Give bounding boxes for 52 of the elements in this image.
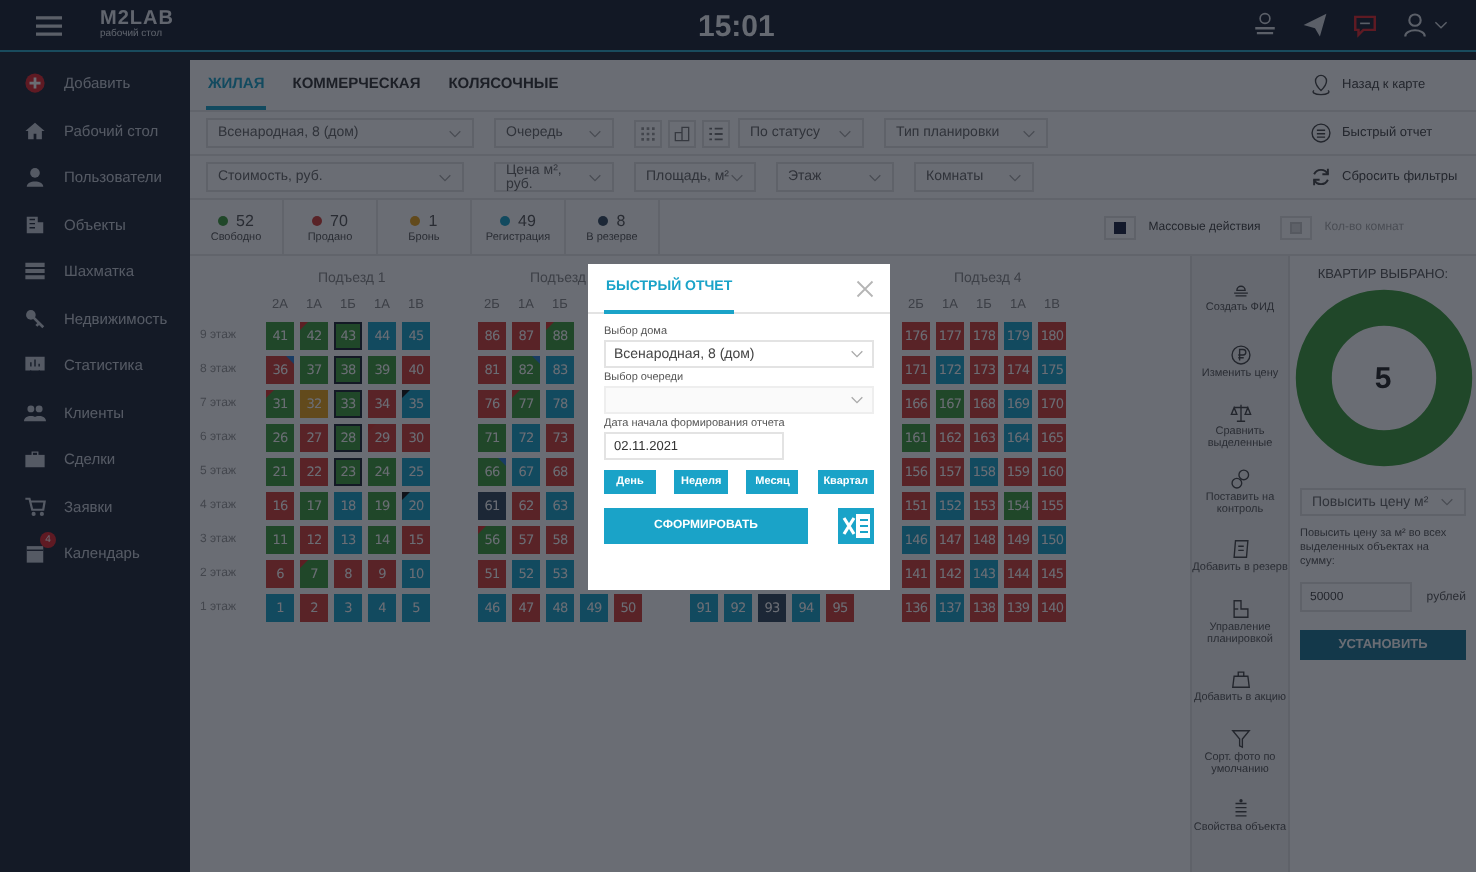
- menu-icon[interactable]: [36, 15, 62, 35]
- ruble-coin-icon: [1229, 343, 1251, 366]
- corner-flag-icon: [300, 321, 308, 329]
- corner-flag-icon: [266, 389, 274, 397]
- bricks-icon: [24, 260, 46, 283]
- floor-plan-icon: [1229, 597, 1251, 620]
- funnel-icon: [1229, 727, 1251, 750]
- checkbox[interactable]: [1114, 221, 1127, 233]
- links-icon: [1229, 467, 1251, 490]
- list-view-icon[interactable]: [702, 119, 730, 147]
- building-icon: [24, 213, 46, 236]
- plus-circle-icon: [24, 72, 46, 95]
- person-board-icon[interactable]: [1252, 12, 1278, 38]
- house-icon: [24, 119, 46, 142]
- chat-icon[interactable]: [1352, 12, 1378, 38]
- chevron-icon: [850, 396, 864, 404]
- selected-count: 5: [1374, 361, 1392, 395]
- refresh-icon: [1310, 166, 1332, 188]
- caret-icon[interactable]: [1434, 20, 1448, 30]
- corner-flag-icon: [478, 525, 486, 533]
- briefcase-icon: [24, 448, 46, 471]
- count-text: 8: [616, 211, 626, 229]
- corner-flag-icon: [546, 321, 554, 329]
- corner-flag-icon: [402, 389, 410, 397]
- calendar-icon: [24, 542, 46, 565]
- booklet-icon: [1229, 538, 1251, 561]
- floor-plan-icon[interactable]: [668, 119, 696, 147]
- corner-flag-icon: [512, 389, 520, 397]
- count-text: 52: [236, 211, 254, 229]
- people-icon: [24, 401, 46, 424]
- chevron-icon: [850, 350, 864, 358]
- corner-flag-icon: [402, 491, 410, 499]
- paper-plane-icon[interactable]: [1302, 12, 1328, 38]
- corner-flag-icon: [368, 423, 376, 431]
- bag-icon: [1229, 668, 1251, 691]
- logo-text: M2LAB: [100, 10, 174, 30]
- person-icon: [24, 166, 46, 189]
- user-icon[interactable]: [1402, 12, 1428, 38]
- chart-board-icon: [24, 354, 46, 377]
- count-text: 70: [330, 211, 348, 229]
- map-pin-icon: [1310, 74, 1332, 96]
- spreadsheet-icon[interactable]: [838, 508, 874, 544]
- grid-view-icon[interactable]: [634, 119, 662, 147]
- scales-icon: [1229, 402, 1251, 425]
- corner-flag-icon: [300, 559, 308, 567]
- cart-icon: [24, 495, 46, 518]
- list-circle-icon: [1310, 122, 1332, 144]
- count-text: 49: [518, 211, 536, 229]
- key-icon: [24, 307, 46, 330]
- count-text: 1: [428, 211, 438, 229]
- clock-time: 15:01: [698, 10, 775, 44]
- close-icon[interactable]: [856, 279, 874, 297]
